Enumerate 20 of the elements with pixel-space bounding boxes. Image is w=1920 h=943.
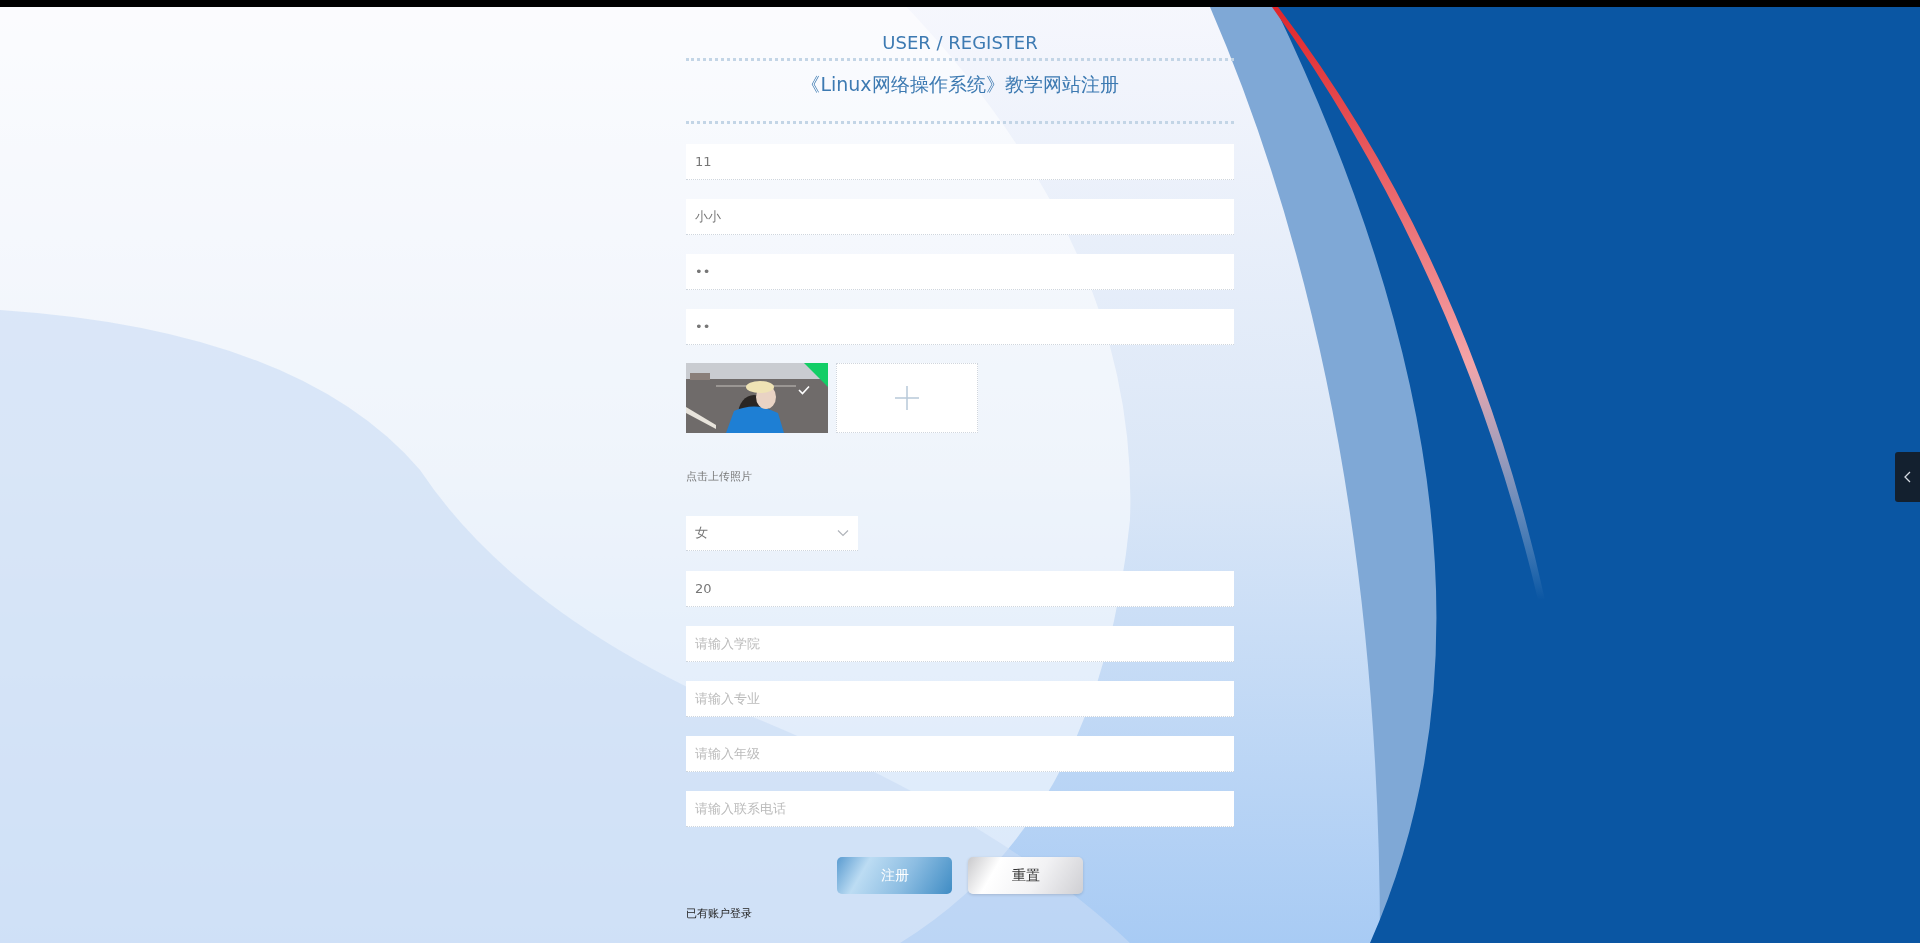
- side-panel-toggle[interactable]: [1895, 452, 1920, 502]
- input-field[interactable]: ••: [686, 309, 1234, 345]
- input-field[interactable]: 请输入专业: [686, 681, 1234, 717]
- upload-hint: 点击上传照片: [686, 470, 753, 484]
- chevron-left-icon: [1904, 471, 1911, 483]
- page-title: USER / REGISTER: [881, 31, 1039, 55]
- input-field[interactable]: 小小: [686, 199, 1234, 235]
- check-icon: [798, 385, 810, 395]
- input-field[interactable]: 请输入学院: [686, 626, 1234, 662]
- input-field[interactable]: 20: [686, 571, 1234, 607]
- gender-select[interactable]: 女: [686, 516, 858, 551]
- reset-button[interactable]: 重置: [968, 857, 1083, 894]
- chevron-down-icon: [837, 529, 849, 537]
- input-field[interactable]: 请输入联系电话: [686, 791, 1234, 827]
- plus-icon: [894, 385, 920, 411]
- page-subtitle: 《Linux网络操作系统》教学网站注册: [800, 72, 1120, 97]
- input-field[interactable]: ••: [686, 254, 1234, 290]
- login-link[interactable]: 已有账户登录: [686, 907, 752, 921]
- input-field[interactable]: 11: [686, 144, 1234, 180]
- input-field[interactable]: 请输入年级: [686, 736, 1234, 772]
